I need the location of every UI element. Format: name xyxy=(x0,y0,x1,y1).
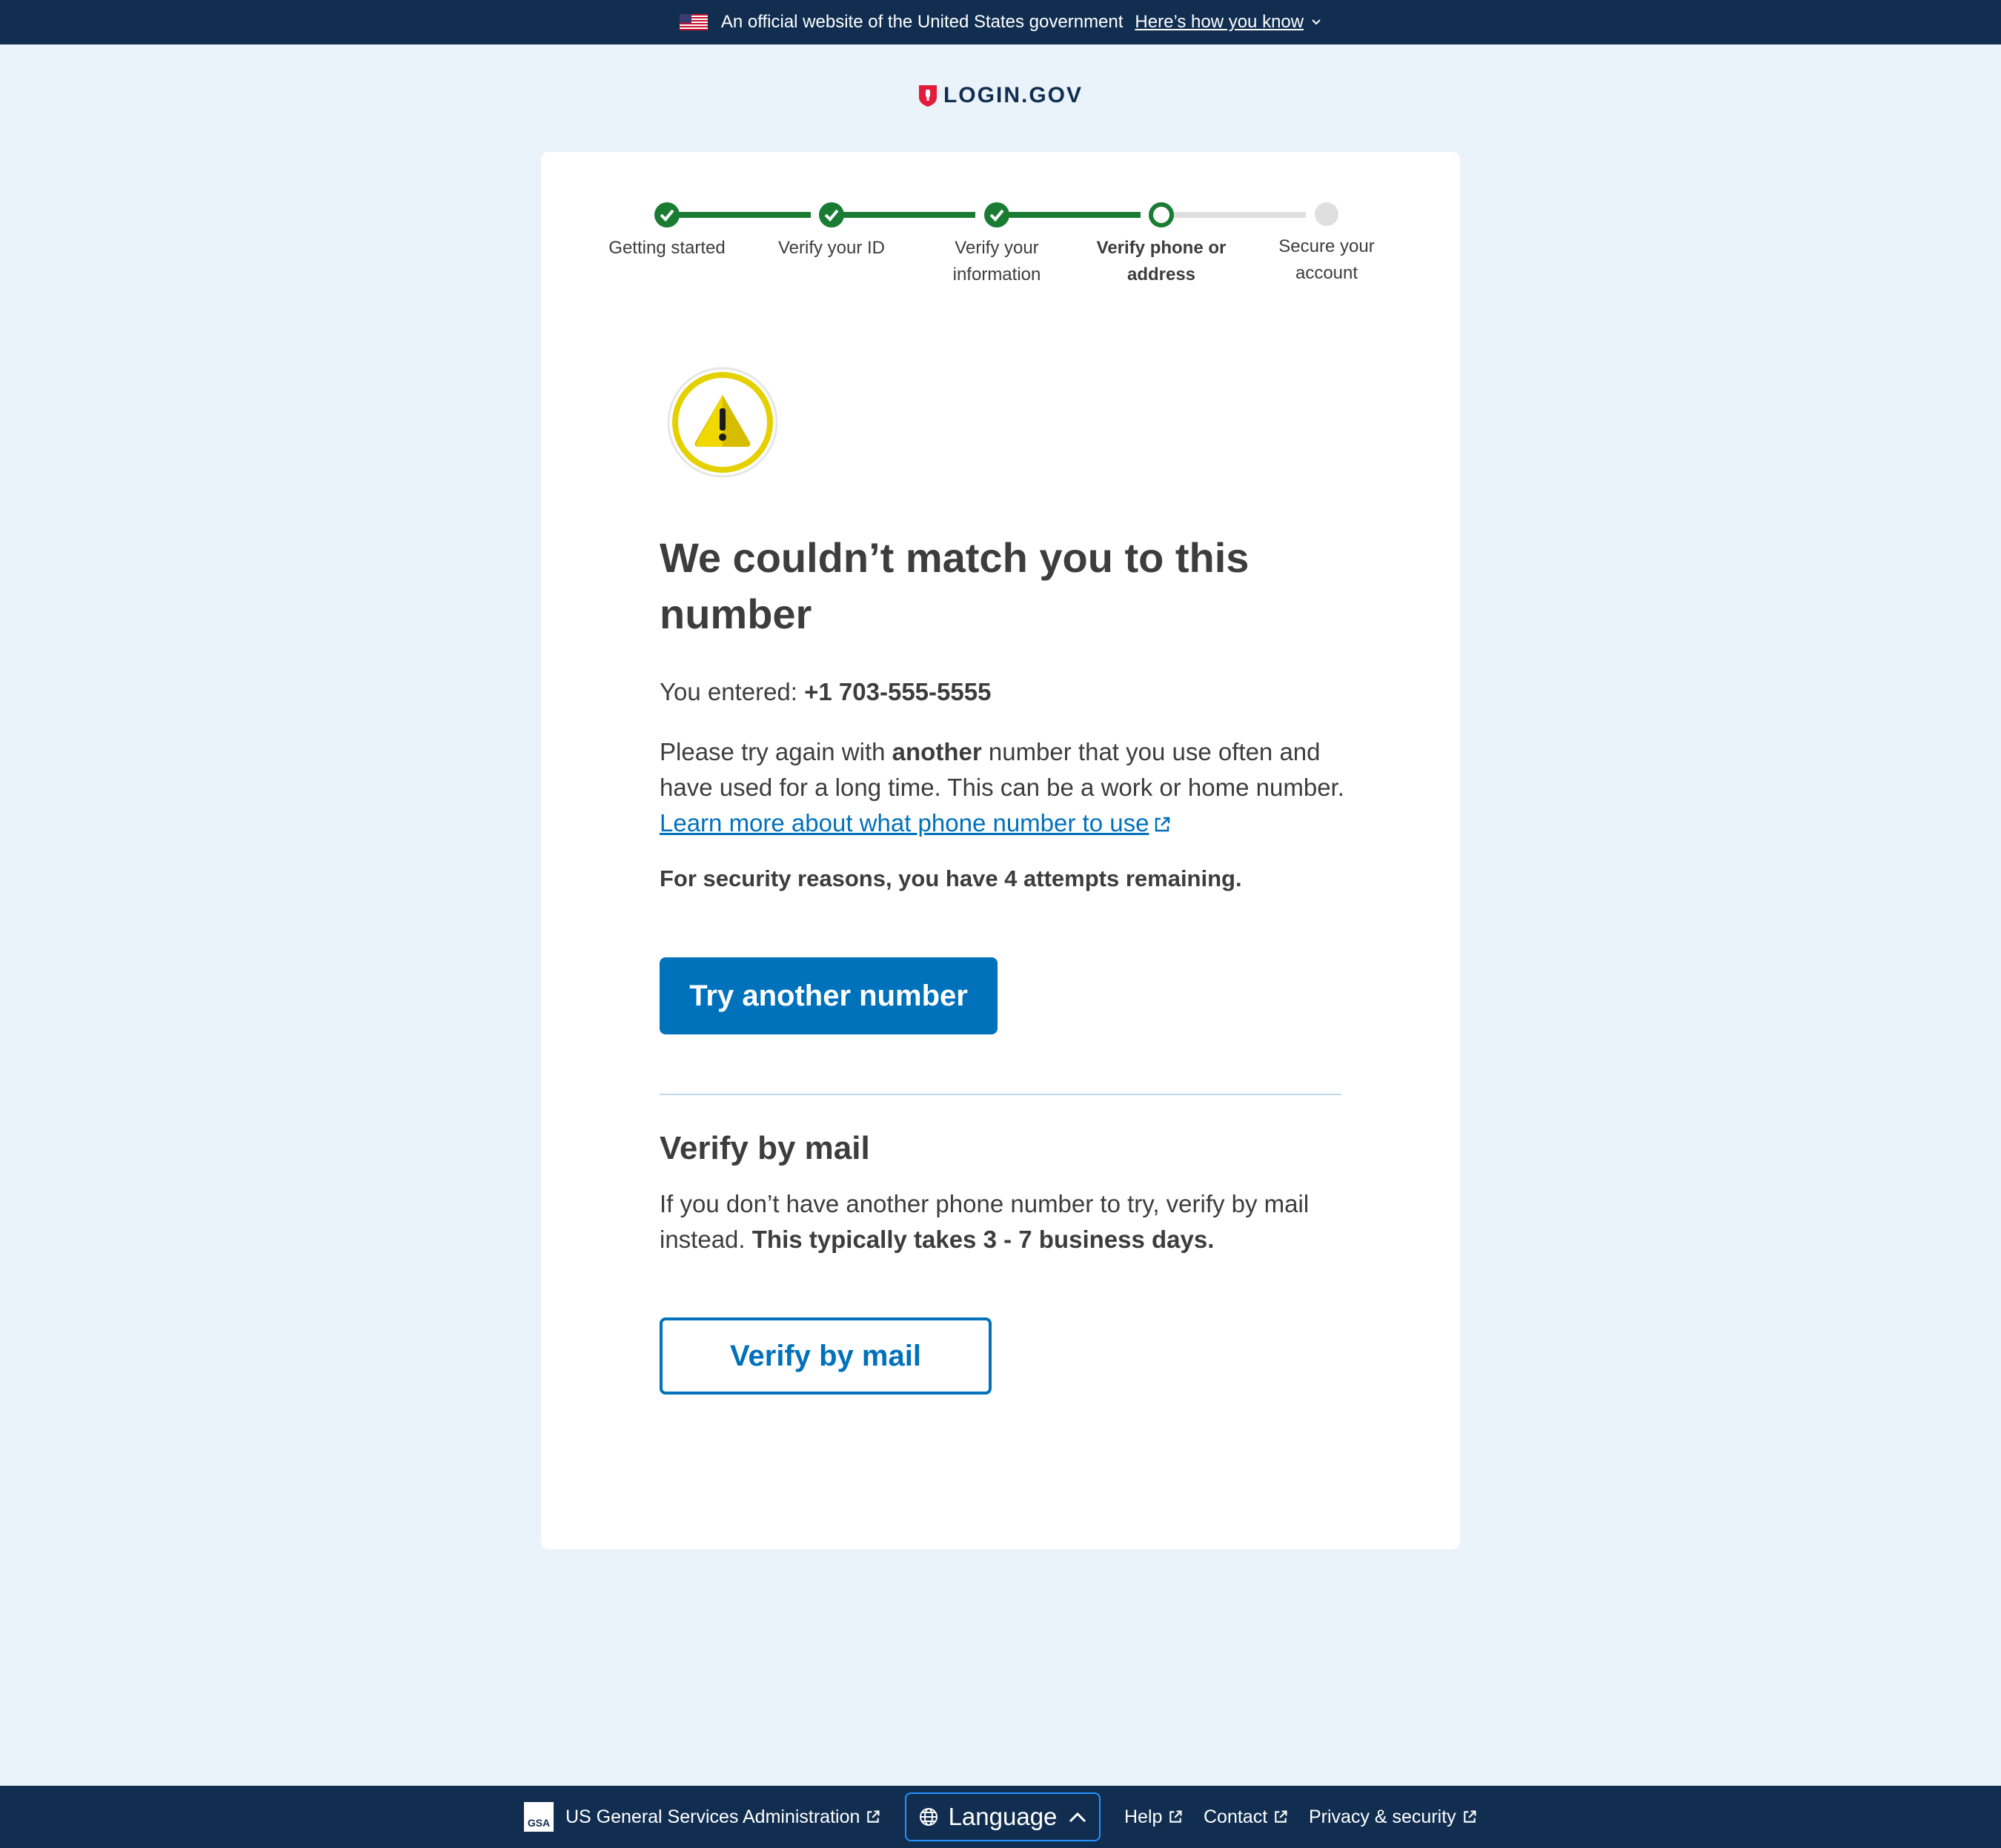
entered-label: You entered: xyxy=(660,678,797,705)
external-link-icon xyxy=(867,1810,880,1823)
gov-banner: An official website of the United States… xyxy=(0,0,2001,44)
try-another-number-button[interactable]: Try another number xyxy=(660,957,998,1034)
verify-by-mail-heading: Verify by mail xyxy=(660,1130,870,1166)
step-getting-started: Getting started xyxy=(597,195,737,262)
check-icon xyxy=(824,209,839,222)
verify-by-mail-button[interactable]: Verify by mail xyxy=(660,1317,992,1395)
step-verify-phone: Verify phone or address xyxy=(1091,195,1232,288)
how-you-know-label: Here’s how you know xyxy=(1135,12,1304,32)
divider xyxy=(660,1094,1341,1095)
step-label: Verify phone or address xyxy=(1096,238,1227,285)
instructions: Please try again with another number tha… xyxy=(660,734,1349,841)
step-label: Secure your account xyxy=(1278,236,1375,283)
mail-text-emphasis: This typically takes 3 - 7 business days… xyxy=(751,1226,1215,1253)
step-label: Verify your ID xyxy=(777,238,886,258)
external-link-icon xyxy=(1275,1810,1287,1823)
contact-link[interactable]: Contact xyxy=(1204,1786,1288,1848)
step-verify-id: Verify your ID xyxy=(761,195,902,262)
step-incomplete-marker xyxy=(1315,202,1338,226)
check-icon xyxy=(660,209,674,222)
step-label: Verify your information xyxy=(952,238,1041,285)
language-selector[interactable]: Language xyxy=(905,1792,1101,1841)
attempts-remaining: For security reasons, you have 4 attempt… xyxy=(660,865,1242,891)
login-gov-logo[interactable]: LOGIN.GOV xyxy=(0,83,2001,108)
gsa-label: US General Services Administration xyxy=(565,1806,860,1827)
privacy-label: Privacy & security xyxy=(1309,1806,1456,1827)
help-label: Help xyxy=(1124,1806,1163,1827)
entered-number: You entered: +1 703-555-5555 xyxy=(660,674,991,710)
step-secure-account: Secure your account xyxy=(1256,195,1397,287)
instructions-emphasis: another xyxy=(892,738,982,765)
step-verify-information: Verify your information xyxy=(926,195,1067,288)
learn-more-link[interactable]: Learn more about what phone number to us… xyxy=(660,809,1171,837)
shield-icon xyxy=(918,85,937,107)
logo-text: LOGIN.GOV xyxy=(943,83,1083,107)
step-label: Getting started xyxy=(608,238,726,258)
step-current-marker xyxy=(1149,202,1174,227)
privacy-link[interactable]: Privacy & security xyxy=(1309,1786,1477,1848)
banner-text: An official website of the United States… xyxy=(720,12,1124,32)
instructions-text: Please try again with xyxy=(660,738,886,765)
step-complete-marker xyxy=(984,202,1009,227)
external-link-icon xyxy=(1463,1810,1476,1823)
help-link[interactable]: Help xyxy=(1124,1786,1183,1848)
external-link-icon xyxy=(1169,1810,1182,1823)
step-indicator: Getting started Verify your ID Verify yo… xyxy=(597,195,1404,291)
us-flag-icon xyxy=(679,14,708,30)
how-you-know-link[interactable]: Here’s how you know xyxy=(1135,12,1321,33)
contact-label: Contact xyxy=(1204,1806,1268,1827)
language-label: Language xyxy=(948,1803,1058,1830)
chevron-up-icon xyxy=(1069,1812,1086,1823)
gsa-link[interactable]: GSA US General Services Administration xyxy=(524,1786,880,1848)
globe-icon xyxy=(919,1808,938,1826)
external-link-icon xyxy=(1155,817,1170,832)
main-card: Getting started Verify your ID Verify yo… xyxy=(541,152,1460,1549)
warning-icon xyxy=(667,367,778,478)
gsa-logo: GSA xyxy=(524,1802,554,1832)
entered-value: +1 703-555-5555 xyxy=(804,678,992,705)
step-complete-marker xyxy=(654,202,680,227)
page-heading: We couldn’t match you to this number xyxy=(660,534,1250,637)
chevron-down-icon xyxy=(1312,19,1321,25)
step-complete-marker xyxy=(819,202,844,227)
footer: GSA US General Services Administration L… xyxy=(0,1786,2001,1848)
check-icon xyxy=(989,209,1004,222)
verify-by-mail-text: If you don’t have another phone number t… xyxy=(660,1186,1349,1257)
learn-more-label: Learn more about what phone number to us… xyxy=(660,809,1149,837)
